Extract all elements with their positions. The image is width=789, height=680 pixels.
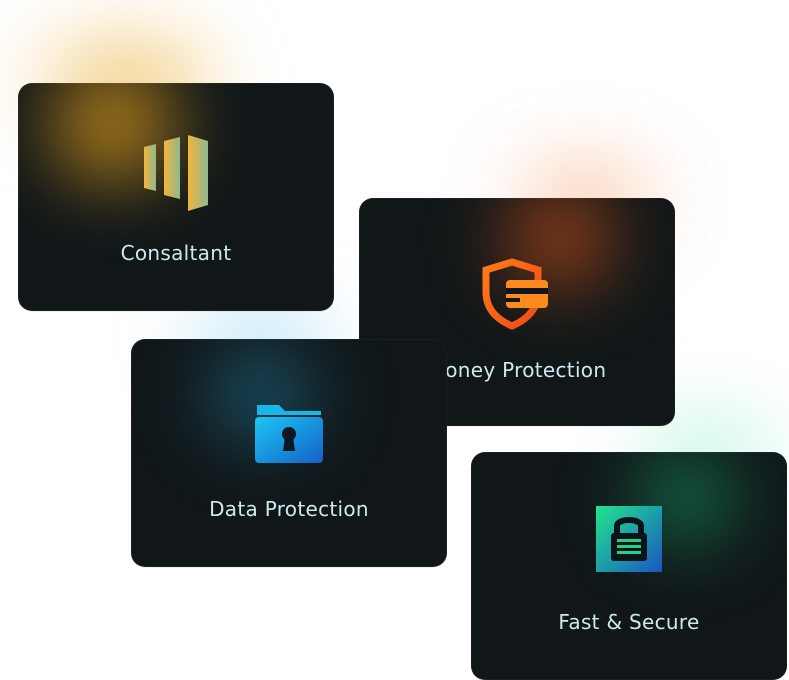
shield-card-icon	[482, 258, 552, 334]
card-label: Data Protection	[209, 497, 369, 521]
card-label: Fast & Secure	[558, 610, 700, 634]
data-protection-card[interactable]: Data Protection	[131, 339, 447, 567]
consultant-card[interactable]: Consaltant	[18, 83, 334, 311]
bars-icon	[140, 133, 212, 217]
folder-lock-icon	[253, 401, 325, 469]
card-label: Consaltant	[120, 241, 232, 265]
fast-secure-card[interactable]: Fast & Secure	[471, 452, 787, 680]
padlock-icon	[596, 506, 662, 576]
